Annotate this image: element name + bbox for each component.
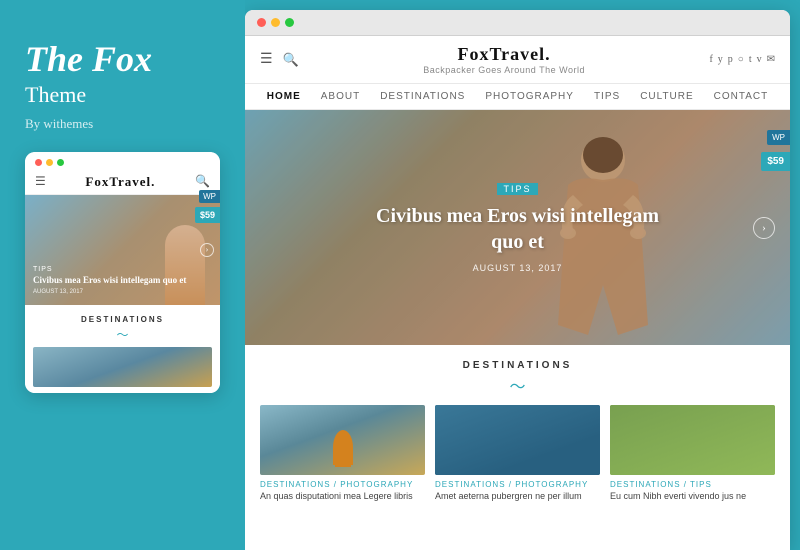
hero-title: Civibus mea Eros wisi intellegam quo et — [368, 203, 668, 255]
dest-card-3-image — [610, 405, 775, 475]
mobile-hero-arrow[interactable]: › — [200, 243, 214, 257]
mobile-preview-header — [25, 152, 220, 170]
dot-yellow — [46, 159, 53, 166]
mobile-tips-badge: TIPS — [33, 266, 212, 273]
browser-dot-yellow — [271, 18, 280, 27]
mobile-hero: TIPS Civibus mea Eros wisi intellegam qu… — [25, 195, 220, 305]
social-youtube-icon[interactable]: y — [718, 54, 723, 65]
mobile-destinations-section: DESTINATIONS 〜 — [25, 305, 220, 393]
browser-dot-red — [257, 18, 266, 27]
theme-by: By withemes — [25, 116, 93, 132]
site-tagline: Backpacker Goes Around The World — [423, 65, 585, 75]
wave-decoration: 〜 — [260, 373, 775, 397]
browser-titlebar — [245, 10, 790, 36]
mobile-hero-title: Civibus mea Eros wisi intellegam quo et — [33, 275, 212, 287]
nav-item-home[interactable]: HOME — [267, 91, 301, 102]
hero-overlay: TIPS Civibus mea Eros wisi intellegam qu… — [245, 110, 790, 345]
hero-tips-badge: TIPS — [497, 183, 537, 195]
hero-section: TIPS Civibus mea Eros wisi intellegam qu… — [245, 110, 790, 345]
header-left: ☰ 🔍 — [260, 51, 299, 68]
dest-card-1-text: An quas disputationi mea Legere libris — [260, 491, 425, 503]
site-hamburger-icon[interactable]: ☰ — [260, 51, 273, 68]
nav-item-culture[interactable]: CULTURE — [640, 91, 693, 102]
header-right: f y p ○ t v ✉ — [709, 54, 775, 65]
mobile-destinations-label: DESTINATIONS — [33, 315, 212, 324]
dest-card-2-text: Amet aeterna pubergren ne per illum — [435, 491, 600, 503]
site-header: ☰ 🔍 FoxTravel. Backpacker Goes Around Th… — [245, 36, 790, 84]
site-logo-area: FoxTravel. Backpacker Goes Around The Wo… — [423, 44, 585, 75]
nav-item-destinations[interactable]: DESTINATIONS — [380, 91, 465, 102]
social-twitter-icon[interactable]: t — [749, 54, 752, 65]
social-pinterest-icon[interactable]: p — [728, 54, 733, 65]
mobile-hamburger-icon[interactable]: ☰ — [35, 174, 46, 189]
nav-item-about[interactable]: ABOUT — [321, 91, 360, 102]
mobile-price-badge: $59 — [195, 207, 220, 223]
mobile-wave-decoration: 〜 — [33, 326, 212, 343]
destinations-header: DESTINATIONS 〜 — [260, 360, 775, 397]
browser-content: ☰ 🔍 FoxTravel. Backpacker Goes Around Th… — [245, 36, 790, 550]
mobile-dest-image — [33, 347, 212, 387]
destinations-section: DESTINATIONS 〜 DESTINATIONS / PHOTOGRAPH… — [245, 345, 790, 513]
destinations-grid: DESTINATIONS / PHOTOGRAPHY An quas dispu… — [260, 405, 775, 503]
dest-card-1: DESTINATIONS / PHOTOGRAPHY An quas dispu… — [260, 405, 425, 503]
social-instagram-icon[interactable]: ○ — [738, 54, 744, 65]
hero-wp-badge: WP — [767, 130, 790, 145]
dest-card-3-tag: DESTINATIONS / TIPS — [610, 480, 775, 489]
mobile-search-icon[interactable]: 🔍 — [195, 174, 210, 189]
mobile-preview: ☰ FoxTravel. 🔍 TIPS Civibus mea Eros wis… — [25, 152, 220, 393]
dest-card-1-image — [260, 405, 425, 475]
dest-card-3: DESTINATIONS / TIPS Eu cum Nibh everti v… — [610, 405, 775, 503]
mobile-wp-badge: WP — [199, 190, 220, 203]
destinations-label: DESTINATIONS — [260, 360, 775, 371]
dest-card-2: DESTINATIONS / PHOTOGRAPHY Amet aeterna … — [435, 405, 600, 503]
nav-item-contact[interactable]: CONTACT — [714, 91, 769, 102]
dot-green — [57, 159, 64, 166]
mobile-hero-date: AUGUST 13, 2017 — [33, 289, 212, 295]
left-panel: The Fox Theme By withemes ☰ FoxTravel. 🔍… — [0, 0, 245, 550]
dest-card-2-image — [435, 405, 600, 475]
theme-title: The Fox — [25, 40, 152, 80]
browser-dot-green — [285, 18, 294, 27]
right-panel: ☰ 🔍 FoxTravel. Backpacker Goes Around Th… — [245, 10, 790, 550]
social-facebook-icon[interactable]: f — [709, 54, 712, 65]
dest-card-3-text: Eu cum Nibh everti vivendo jus ne — [610, 491, 775, 503]
social-email-icon[interactable]: ✉ — [767, 54, 775, 65]
dot-red — [35, 159, 42, 166]
mobile-hero-overlay: TIPS Civibus mea Eros wisi intellegam qu… — [33, 266, 212, 295]
hero-arrow-right[interactable]: › — [753, 217, 775, 239]
dest-card-2-tag: DESTINATIONS / PHOTOGRAPHY — [435, 480, 600, 489]
mobile-logo: FoxTravel. — [85, 174, 155, 190]
social-vimeo-icon[interactable]: v — [757, 54, 762, 65]
theme-subtitle: Theme — [25, 82, 86, 108]
site-search-icon[interactable]: 🔍 — [283, 52, 299, 68]
mobile-nav-bar: ☰ FoxTravel. 🔍 — [25, 170, 220, 195]
hero-date: AUGUST 13, 2017 — [473, 263, 563, 273]
nav-item-tips[interactable]: TIPS — [594, 91, 620, 102]
dest-card-1-tag: DESTINATIONS / PHOTOGRAPHY — [260, 480, 425, 489]
site-logo: FoxTravel. — [423, 44, 585, 65]
site-nav: HOME ABOUT DESTINATIONS PHOTOGRAPHY TIPS… — [245, 84, 790, 110]
nav-item-photography[interactable]: PHOTOGRAPHY — [485, 91, 574, 102]
hero-price-badge: $59 — [761, 152, 790, 171]
